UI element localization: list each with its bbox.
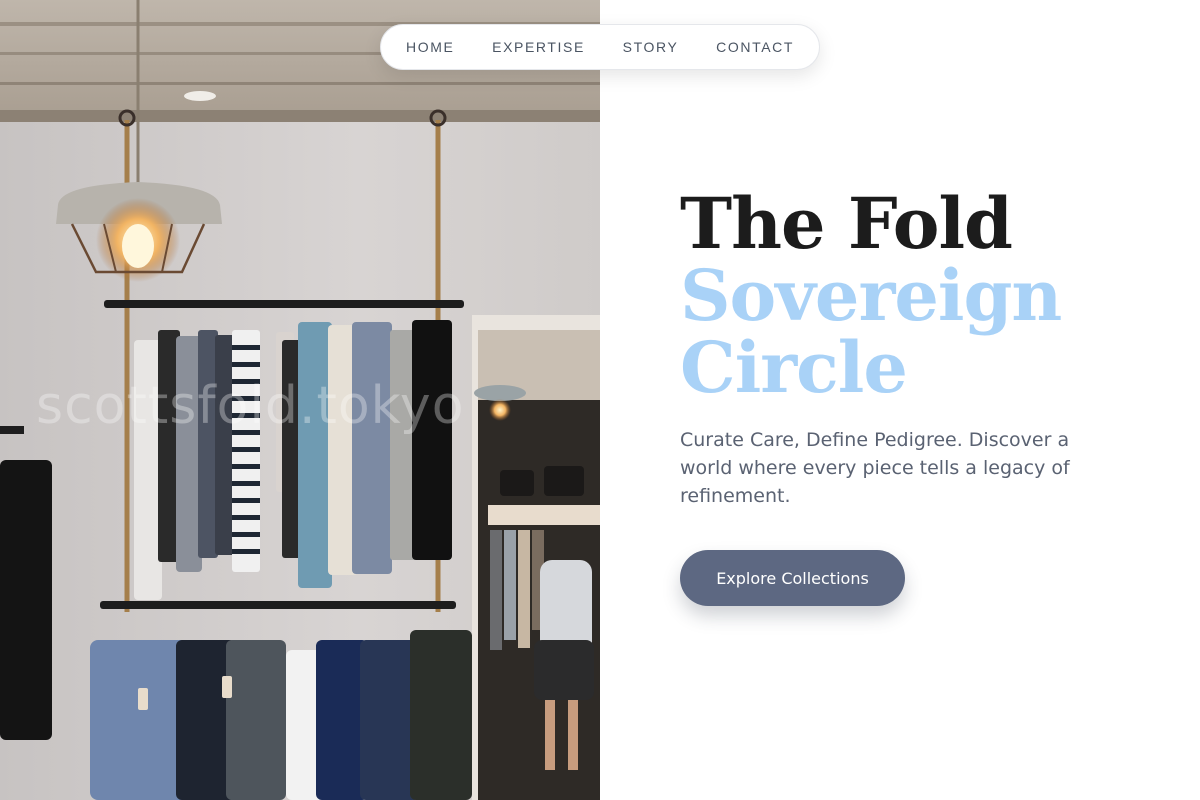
hero-description: Curate Care, Define Pedigree. Discover a…: [680, 429, 1070, 507]
explore-collections-button[interactable]: Explore Collections: [680, 550, 905, 606]
nav-expertise-link[interactable]: EXPERTISE: [492, 39, 585, 55]
clothing-store-image: [0, 0, 600, 800]
top-nav: HOME EXPERTISE STORY CONTACT: [380, 24, 820, 70]
nav-contact-link[interactable]: CONTACT: [716, 39, 794, 55]
hero-text: The Fold Sovereign Circle Curate Care, D…: [680, 188, 1120, 510]
hero-photo: scottsfold.tokyo: [0, 0, 600, 800]
hero-title: The Fold Sovereign Circle: [680, 188, 1120, 404]
striped-shirt: [232, 330, 260, 572]
nav-home-link[interactable]: HOME: [406, 39, 454, 55]
hero-title-line-3: Circle: [680, 326, 908, 409]
hero-title-line-1: The Fold: [680, 182, 1013, 265]
hero-title-line-2: Sovereign: [680, 254, 1062, 337]
nav-story-link[interactable]: STORY: [623, 39, 679, 55]
